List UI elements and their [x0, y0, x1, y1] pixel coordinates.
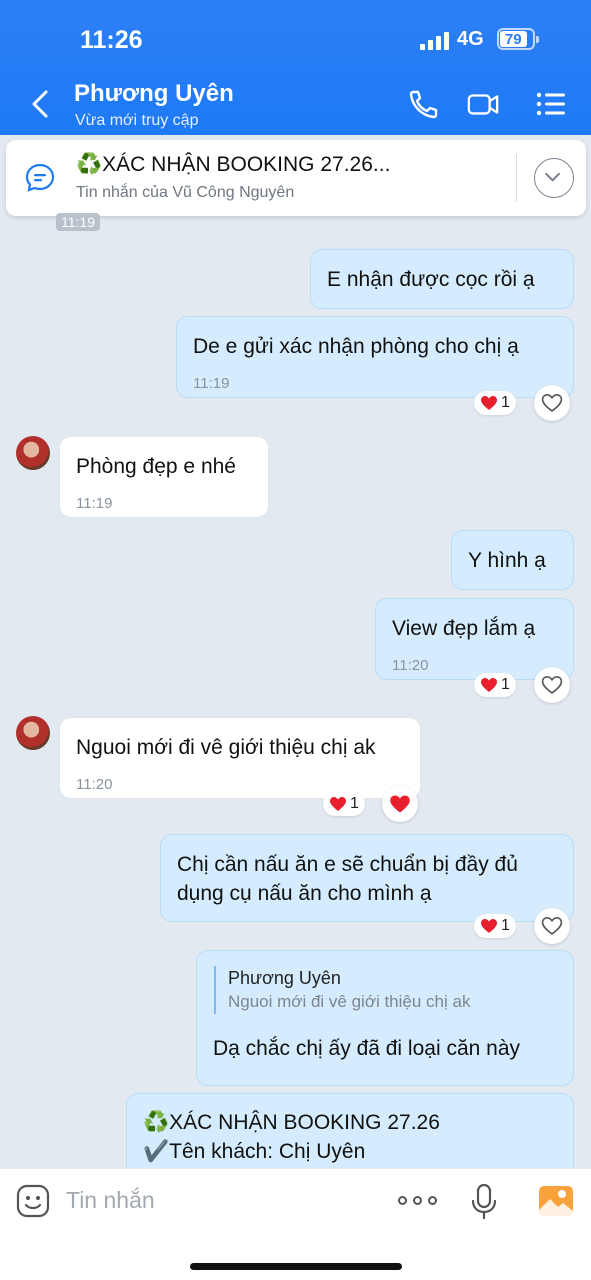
menu-list-icon[interactable]: [534, 88, 568, 120]
message-text: E nhận được cọc rồi ạ: [327, 268, 535, 291]
pinned-subtitle: Tin nhắn của Vũ Công Nguyên: [76, 184, 295, 201]
back-icon[interactable]: [28, 88, 54, 120]
message-text: Y hình ạ: [468, 549, 546, 572]
message-bubble[interactable]: E nhận được cọc rồi ạ: [310, 249, 574, 309]
time-chip: 11:19: [56, 213, 100, 231]
reaction-number: 1: [501, 394, 510, 411]
message-text: Dạ chắc chị ấy đã đi loại căn này: [213, 1037, 521, 1060]
quoted-text: Nguoi mới đi vê giới thiệu chị ak: [228, 992, 471, 1011]
reaction-number: 1: [350, 795, 359, 812]
phone-icon[interactable]: [406, 88, 440, 120]
reaction-count: 1: [474, 673, 516, 697]
quoted-message[interactable]: Phương Uyên Nguoi mới đi vê giới thiệu c…: [214, 966, 554, 1014]
pinned-title: ♻️XÁC NHẬN BOOKING 27.26...: [76, 153, 391, 176]
heart-icon: [390, 795, 410, 813]
react-button[interactable]: [534, 667, 570, 703]
message-input[interactable]: Tin nhắn: [66, 1187, 155, 1214]
battery-icon: 79: [497, 28, 539, 50]
gallery-icon[interactable]: [538, 1183, 574, 1217]
react-button[interactable]: [534, 385, 570, 421]
react-button[interactable]: [382, 786, 418, 822]
heart-icon: [481, 919, 497, 933]
message-text: Nguoi mới đi vê giới thiệu chị ak: [76, 736, 376, 759]
pinned-message[interactable]: ♻️XÁC NHẬN BOOKING 27.26... Tin nhắn của…: [6, 140, 586, 216]
reaction-number: 1: [501, 917, 510, 934]
home-indicator: [190, 1263, 402, 1270]
message-text-line: ✔️Tên khách: Chị Uyên: [143, 1140, 366, 1163]
message-bubble[interactable]: Nguoi mới đi vê giới thiệu chị ak 11:20: [59, 717, 421, 799]
contact-name[interactable]: Phương Uyên: [74, 80, 234, 108]
message-bubble[interactable]: Chị cần nấu ăn e sẽ chuẩn bị đầy đủ dụng…: [160, 834, 574, 922]
battery-level: 79: [500, 31, 527, 48]
message-text-line: dụng cụ nấu ăn cho mình ạ: [177, 882, 432, 905]
message-text: De e gửi xác nhận phòng cho chị ạ: [193, 335, 519, 358]
signal-icon: [420, 32, 449, 50]
video-call-icon[interactable]: [466, 88, 500, 120]
heart-outline-icon: [541, 394, 563, 412]
heart-icon: [481, 396, 497, 410]
heart-outline-icon: [541, 676, 563, 694]
message-text-line: ♻️XÁC NHẬN BOOKING 27.26: [143, 1111, 440, 1134]
message-text: Phòng đẹp e nhé: [76, 455, 236, 478]
reaction-count: 1: [474, 391, 516, 415]
more-icon[interactable]: [398, 1196, 437, 1205]
avatar[interactable]: [16, 716, 50, 750]
heart-icon: [481, 678, 497, 692]
avatar[interactable]: [16, 436, 50, 470]
message-text: View đẹp lắm ạ: [392, 617, 536, 640]
sticker-icon[interactable]: [16, 1184, 50, 1218]
message-time: 11:19: [76, 495, 113, 512]
microphone-icon[interactable]: [470, 1183, 498, 1221]
divider: [516, 154, 517, 202]
reaction-count: 1: [323, 792, 365, 816]
status-time: 11:26: [80, 26, 143, 54]
message-bubble[interactable]: Phòng đẹp e nhé 11:19: [59, 436, 269, 518]
contact-status: Vừa mới truy cập: [75, 112, 199, 129]
react-button[interactable]: [534, 908, 570, 944]
chat-header: 11:26 4G 79 Phương Uyên Vừa mới truy cập: [0, 0, 591, 135]
message-time: 11:19: [193, 375, 230, 392]
network-type: 4G: [457, 28, 484, 50]
reaction-count: 1: [474, 914, 516, 938]
status-bar: 11:26 4G 79: [0, 22, 591, 62]
message-text-line: Chị cần nấu ăn e sẽ chuẩn bị đầy đủ: [177, 853, 518, 876]
heart-outline-icon: [541, 917, 563, 935]
message-bubble[interactable]: De e gửi xác nhận phòng cho chị ạ 11:19: [176, 316, 574, 398]
message-icon: [25, 163, 55, 192]
reaction-number: 1: [501, 676, 510, 693]
message-time: 11:20: [392, 657, 429, 674]
chevron-down-icon: [545, 172, 561, 182]
quoted-sender: Phương Uyên: [228, 968, 341, 988]
message-time: 11:20: [76, 776, 113, 793]
heart-icon: [330, 797, 346, 811]
expand-button[interactable]: [534, 158, 574, 198]
message-bubble[interactable]: Y hình ạ: [451, 530, 574, 590]
